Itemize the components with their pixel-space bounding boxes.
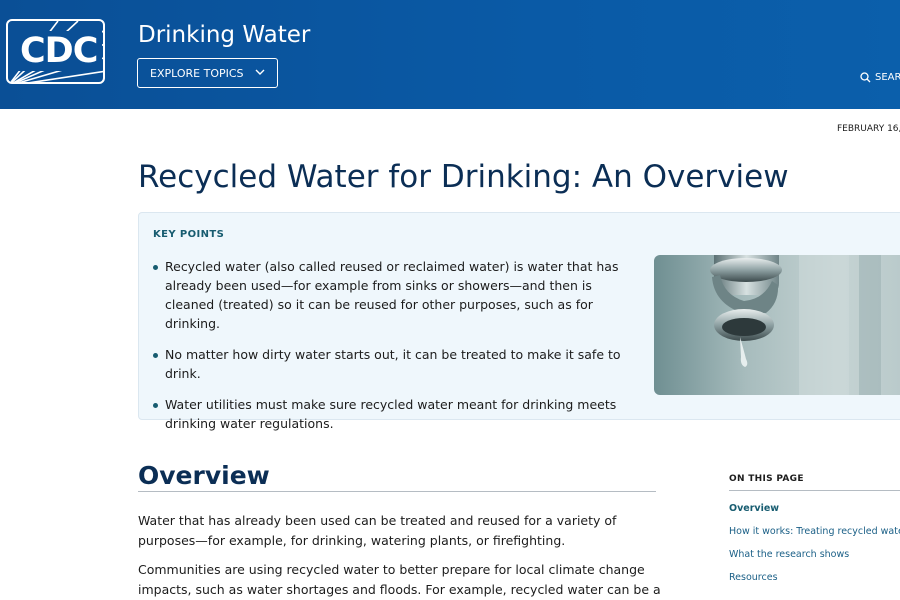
key-points-box: KEY POINTS Recycled water (also called r… xyxy=(138,212,900,431)
key-points-list: Recycled water (also called reused or re… xyxy=(153,257,633,445)
cdc-logo[interactable]: CDC xyxy=(6,19,105,84)
on-this-page-nav: ON THIS PAGE Overview How it works: Trea… xyxy=(729,474,900,583)
toc-link-overview[interactable]: Overview xyxy=(729,503,900,514)
bullet-icon xyxy=(153,265,158,270)
key-point-item: Water utilities must make sure recycled … xyxy=(153,395,633,433)
key-point-item: No matter how dirty water starts out, it… xyxy=(153,345,633,383)
key-point-text: Water utilities must make sure recycled … xyxy=(165,397,617,431)
search-label: SEAR xyxy=(875,72,900,83)
key-points-heading: KEY POINTS xyxy=(153,229,225,240)
page-title: Recycled Water for Drinking: An Overview xyxy=(138,159,789,195)
site-header: CDC Drinking Water EXPLORE TOPICS SEAR xyxy=(0,0,900,109)
explore-topics-label: EXPLORE TOPICS xyxy=(150,66,244,80)
faucet-photo xyxy=(654,255,900,395)
page-date: FEBRUARY 16, 2 xyxy=(837,124,900,134)
overview-heading: Overview xyxy=(138,461,270,490)
key-point-item: Recycled water (also called reused or re… xyxy=(153,257,633,333)
toc-link-resources[interactable]: Resources xyxy=(729,572,900,583)
site-title[interactable]: Drinking Water xyxy=(138,20,310,50)
on-this-page-divider xyxy=(729,490,900,491)
search-icon xyxy=(860,72,871,83)
faucet-image xyxy=(654,255,900,395)
bullet-icon xyxy=(153,353,158,358)
explore-topics-button[interactable]: EXPLORE TOPICS xyxy=(137,58,278,88)
chevron-down-icon xyxy=(255,69,265,75)
cdc-logo-text: CDC xyxy=(20,31,98,71)
overview-divider xyxy=(138,491,656,492)
key-point-text: Recycled water (also called reused or re… xyxy=(165,259,619,331)
key-point-text: No matter how dirty water starts out, it… xyxy=(165,347,621,381)
toc-link-research[interactable]: What the research shows xyxy=(729,549,900,560)
search-button[interactable]: SEAR xyxy=(860,72,900,83)
overview-paragraph: Water that has already been used can be … xyxy=(138,513,617,548)
on-this-page-heading: ON THIS PAGE xyxy=(729,474,804,484)
bullet-icon xyxy=(153,403,158,408)
overview-paragraph: Communities are using recycled water to … xyxy=(138,562,661,597)
toc-link-how-it-works[interactable]: How it works: Treating recycled water... xyxy=(729,526,900,537)
